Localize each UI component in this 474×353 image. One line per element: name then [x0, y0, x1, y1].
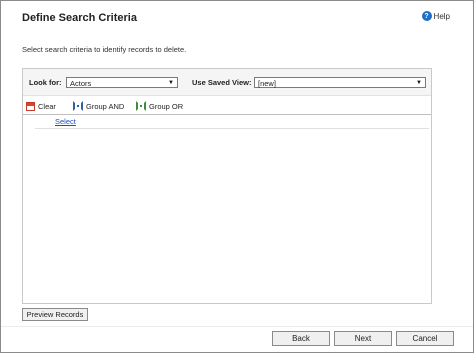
preview-records-button[interactable]: Preview Records	[22, 308, 88, 321]
group-and-icon	[73, 101, 83, 111]
saved-view-value: [new]	[258, 79, 276, 88]
group-and-label: Group AND	[86, 101, 125, 111]
cancel-button[interactable]: Cancel	[396, 331, 454, 346]
look-for-value: Actors	[70, 79, 92, 88]
chevron-down-icon: ▼	[416, 80, 422, 86]
saved-view-label: Use Saved View:	[192, 78, 252, 87]
group-or-icon	[136, 101, 146, 111]
help-label: Help	[433, 11, 450, 21]
look-for-select[interactable]: Actors ▼	[66, 77, 178, 88]
group-or-label: Group OR	[149, 101, 184, 111]
footer-divider	[1, 326, 473, 327]
clear-label: Clear	[38, 101, 56, 111]
clear-icon	[26, 101, 35, 111]
instruction-text: Select search criteria to identify recor…	[22, 45, 187, 54]
criteria-toolbar: Clear Group AND Group OR	[23, 98, 431, 115]
help-icon: ?	[421, 11, 432, 21]
next-button[interactable]: Next	[334, 331, 392, 346]
select-field-link[interactable]: Select	[55, 117, 76, 126]
back-button[interactable]: Back	[272, 331, 330, 346]
group-and-button[interactable]: Group AND	[73, 100, 124, 112]
dialog-title: Define Search Criteria	[22, 12, 137, 24]
look-for-label: Look for:	[29, 78, 62, 87]
criteria-row: Select	[35, 115, 429, 129]
group-or-button[interactable]: Group OR	[136, 100, 183, 112]
clear-button[interactable]: Clear	[26, 100, 56, 112]
chevron-down-icon: ▼	[168, 80, 174, 86]
help-link[interactable]: ? Help	[421, 11, 450, 21]
saved-view-select[interactable]: [new] ▼	[254, 77, 426, 88]
criteria-panel: Look for: Actors ▼ Use Saved View: [new]…	[22, 68, 432, 304]
dialog-window: Define Search Criteria ? Help Select sea…	[0, 0, 474, 353]
lookfor-bar: Look for: Actors ▼ Use Saved View: [new]…	[23, 69, 431, 96]
